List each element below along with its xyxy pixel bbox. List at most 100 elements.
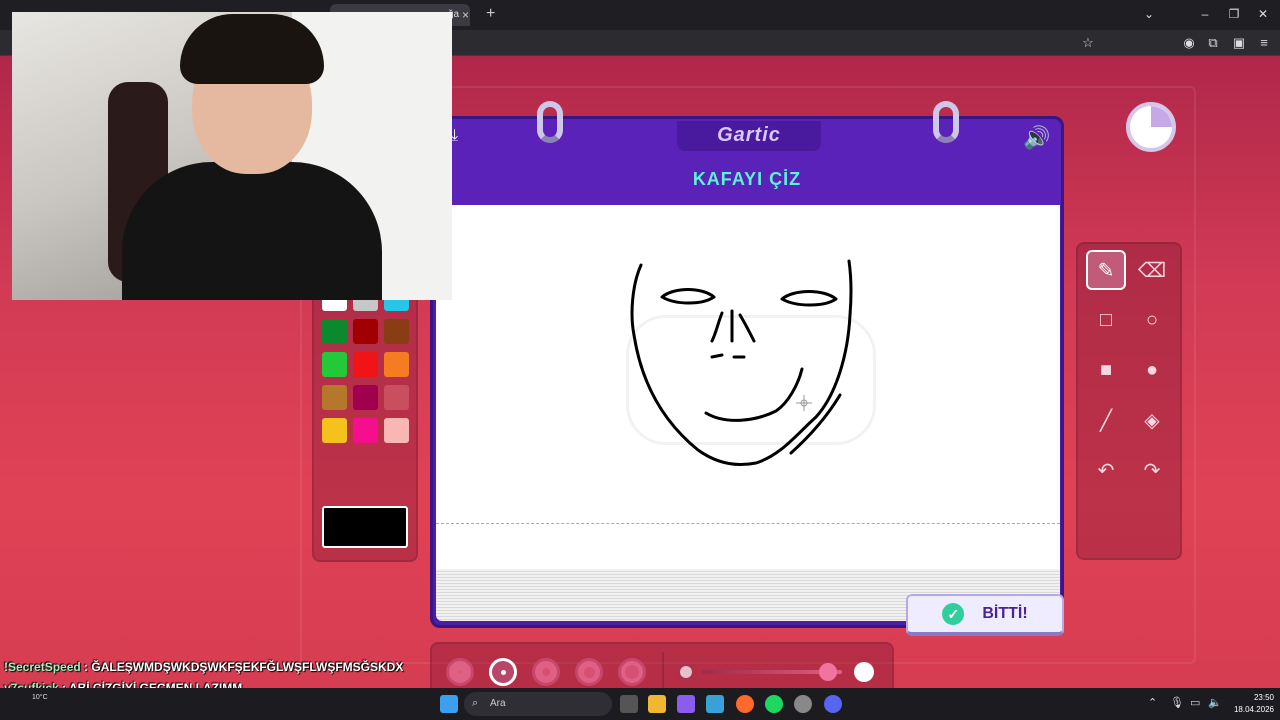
extension-badge-icon[interactable]: ▣ xyxy=(1231,35,1247,51)
brush-size-bar xyxy=(430,642,894,688)
tools-panel: ✎ ⌫ □ ○ ■ ● ╱ ◈ ↶ ↷ xyxy=(1076,242,1182,560)
clock-time: 23:50 xyxy=(1253,693,1274,702)
brush-size-button[interactable] xyxy=(489,658,517,686)
brush-size-dot xyxy=(542,668,550,676)
copilot-icon[interactable] xyxy=(677,695,695,713)
extensions-icon[interactable]: ⧉ xyxy=(1205,35,1221,51)
download-icon[interactable]: ⤓ xyxy=(451,127,473,149)
new-tab-button[interactable]: + xyxy=(486,5,495,23)
windows-taskbar: Ara ⌕ ⌃ 🎙 ▭ 🔈 23:50 18.04.2026 10°C xyxy=(0,688,1280,720)
pencil-icon[interactable]: ✎ xyxy=(1086,250,1126,290)
volume-icon[interactable]: 🔈 xyxy=(1208,696,1222,709)
nostrils xyxy=(710,353,746,359)
search-icon: ⌕ xyxy=(472,697,479,709)
brush-size-dot xyxy=(500,669,506,675)
mouth xyxy=(704,367,804,422)
brush-size-button[interactable] xyxy=(575,658,603,686)
tab-close-icon[interactable]: × xyxy=(462,8,469,22)
chat-text: : ĞALEŞWMDŞWKDŞWKFŞEKFĞLWŞFLWŞFMSĞSKDX xyxy=(80,660,404,674)
network-icon[interactable]: ▭ xyxy=(1190,696,1200,709)
tabs-dropdown-icon[interactable]: ⌄ xyxy=(1140,7,1158,21)
color-swatch[interactable] xyxy=(322,352,347,377)
task-view-icon[interactable] xyxy=(620,695,638,713)
color-swatch[interactable] xyxy=(353,319,378,344)
square-filled-icon[interactable]: ■ xyxy=(1086,350,1126,390)
account-icon[interactable]: ◉ xyxy=(1181,35,1197,51)
discord-icon[interactable] xyxy=(824,695,842,713)
taskbar-clock[interactable]: 23:50 18.04.2026 xyxy=(1222,692,1274,716)
brush-size-dot xyxy=(459,671,461,673)
firefox-icon[interactable] xyxy=(736,695,754,713)
canvas-guide-line xyxy=(436,523,1060,524)
color-swatch[interactable] xyxy=(353,352,378,377)
webcam-overlay xyxy=(12,12,452,300)
color-palette xyxy=(312,286,418,562)
chin-shadow xyxy=(789,393,842,455)
fill-bucket-icon[interactable]: ◈ xyxy=(1132,400,1172,440)
color-swatch[interactable] xyxy=(384,418,409,443)
undo-icon[interactable]: ↶ xyxy=(1086,450,1126,490)
maximize-button[interactable]: ❐ xyxy=(1225,7,1243,21)
file-explorer-icon[interactable] xyxy=(648,695,666,713)
left-eye xyxy=(660,288,716,305)
eraser-icon[interactable]: ⌫ xyxy=(1132,250,1172,290)
menu-icon[interactable]: ≡ xyxy=(1256,35,1272,50)
tray-chevron-icon[interactable]: ⌃ xyxy=(1148,696,1157,709)
check-icon: ✓ xyxy=(942,603,965,625)
square-outline-icon[interactable]: □ xyxy=(1086,300,1126,340)
timer-icon xyxy=(1126,102,1176,152)
cursor-crosshair xyxy=(796,395,812,411)
color-swatch[interactable] xyxy=(322,319,347,344)
webcam-person-body xyxy=(122,162,382,300)
drawing-canvas[interactable] xyxy=(436,205,1060,569)
minimize-button[interactable]: – xyxy=(1196,7,1214,21)
circle-filled-icon[interactable]: ● xyxy=(1132,350,1172,390)
brush-size-dot xyxy=(583,666,595,678)
bookmark-star-icon[interactable]: ☆ xyxy=(1080,35,1096,51)
obs-icon[interactable] xyxy=(794,695,812,713)
done-button[interactable]: ✓ BİTTİ! xyxy=(906,594,1064,636)
webcam-person-hair xyxy=(180,14,324,84)
done-label: BİTTİ! xyxy=(982,605,1028,622)
windows-start-icon[interactable] xyxy=(440,695,458,713)
clock-date: 18.04.2026 xyxy=(1233,705,1274,714)
gartic-logo: Gartic xyxy=(677,121,821,151)
spotify-icon[interactable] xyxy=(765,695,783,713)
face-drawing xyxy=(630,259,853,466)
opacity-min-icon xyxy=(678,664,694,680)
opacity-max-icon xyxy=(854,662,874,682)
color-swatch[interactable] xyxy=(384,319,409,344)
store-icon[interactable] xyxy=(706,695,724,713)
brush-size-dot xyxy=(625,665,639,679)
circle-outline-icon[interactable]: ○ xyxy=(1132,300,1172,340)
binder-ring-right xyxy=(933,101,959,143)
brush-size-button[interactable] xyxy=(618,658,646,686)
color-swatch[interactable] xyxy=(384,385,409,410)
taskbar-search[interactable]: Ara xyxy=(464,692,612,716)
drawing-sheet: ⤓ Gartic KAFAYI ÇİZ 🔊 xyxy=(430,101,1064,628)
brush-size-button[interactable] xyxy=(446,658,474,686)
line-icon[interactable]: ╱ xyxy=(1086,400,1126,440)
color-swatch[interactable] xyxy=(353,418,378,443)
redo-icon[interactable]: ↷ xyxy=(1132,450,1172,490)
task-title: KAFAYI ÇİZ xyxy=(692,169,802,189)
timer-wedge xyxy=(1151,106,1172,127)
nose-left xyxy=(710,311,724,343)
color-swatch[interactable] xyxy=(322,385,347,410)
binder-ring-left xyxy=(537,101,563,143)
face-left-outline-top xyxy=(630,263,643,337)
color-swatch[interactable] xyxy=(384,352,409,377)
size-bar-divider xyxy=(662,652,664,688)
chat-username: !SecretSpeed xyxy=(4,660,81,674)
sound-icon[interactable]: 🔊 xyxy=(1023,125,1053,153)
current-color xyxy=(322,506,408,548)
close-window-button[interactable]: ✕ xyxy=(1254,7,1272,21)
brush-size-button[interactable] xyxy=(532,658,560,686)
opacity-slider-thumb[interactable] xyxy=(819,663,837,681)
nose-right xyxy=(738,313,756,343)
chat-message: !SecretSpeed : ĞALEŞWMDŞWKDŞWKFŞEKFĞLWŞF… xyxy=(4,660,403,674)
weather-text: 10°C xyxy=(32,694,48,701)
microphone-icon[interactable]: 🎙 xyxy=(1170,696,1184,709)
color-swatch[interactable] xyxy=(353,385,378,410)
color-swatch[interactable] xyxy=(322,418,347,443)
